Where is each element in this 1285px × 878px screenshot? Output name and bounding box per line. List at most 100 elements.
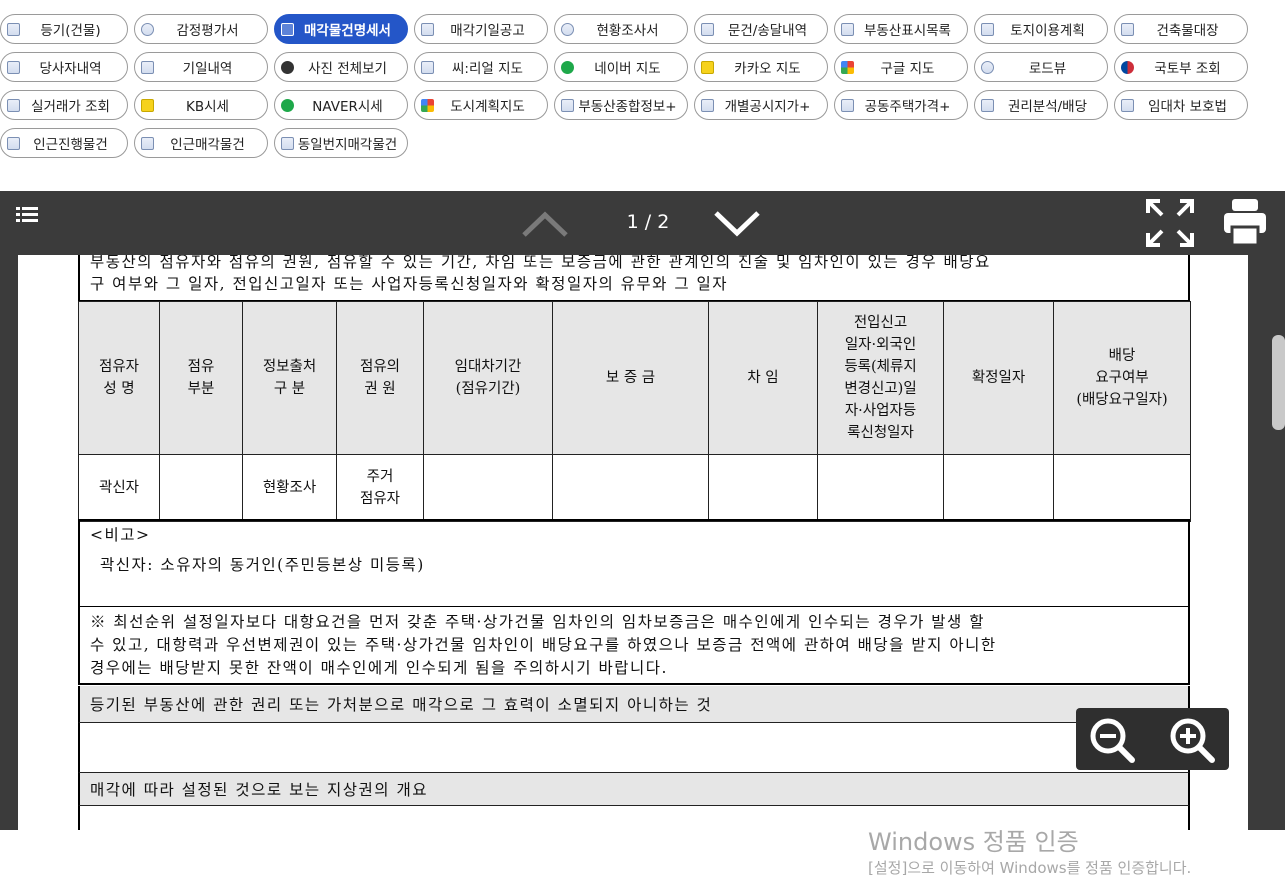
nav-button-21[interactable]: NAVER시세 (274, 90, 408, 120)
nav-button-8[interactable]: 토지이용계획 (974, 14, 1108, 44)
nav-button-10[interactable]: 당사자내역 (0, 52, 128, 82)
header-line: 요구여부 (1095, 370, 1149, 386)
map-icon (421, 60, 434, 74)
nav-button-label: 구글 지도 (880, 61, 935, 77)
nav-button-18[interactable]: 국토부 조회 (1114, 52, 1248, 82)
nav-button-19[interactable]: 실거래가 조회 (0, 90, 128, 120)
warning-line2: 수 있고, 대항력과 우선변제권이 있는 주택·상가건물 임차인이 배당요구를 … (90, 636, 997, 654)
header-line: 점유 (187, 359, 215, 375)
nav-button-23[interactable]: 부동산종합정보+ (554, 90, 688, 120)
nav-button-label: 개별공시지가+ (724, 99, 811, 115)
table-header-cell: 전입신고 일자·외국인 등록(체류지 변경신고)일 자·사업자등 록신청일자 (817, 301, 944, 455)
viewer-scrollbar[interactable] (1272, 335, 1285, 430)
prev-page-icon[interactable] (520, 209, 570, 239)
nav-button-22[interactable]: 도시계획지도 (414, 90, 548, 120)
windows-activation-title: Windows 정품 인증 (868, 828, 1079, 856)
nav-button-label: 인근매각물건 (170, 137, 245, 153)
nav-button-20[interactable]: KB시세 (134, 90, 268, 120)
city-plan-icon (421, 98, 434, 112)
table-header-cell: 보 증 금 (552, 301, 709, 455)
next-page-icon[interactable] (712, 209, 762, 239)
nav-button-label: 국토부 조회 (1154, 61, 1221, 77)
intro-frame: 부동산의 점유자와 점유의 권원, 점유할 수 있는 기간, 차임 또는 보증금… (78, 255, 1190, 301)
nav-button-14[interactable]: 네이버 지도 (554, 52, 688, 82)
nav-button-label: 건축물대장 (1156, 23, 1219, 39)
header-line: 부분 (187, 381, 215, 397)
doc-icon (841, 22, 854, 36)
camera-icon (281, 60, 294, 74)
naver-icon (561, 60, 574, 74)
viewer-toolbar: 1 / 2 (0, 191, 1285, 255)
doc-icon (701, 98, 714, 112)
nav-button-25[interactable]: 공동주택가격+ (834, 90, 968, 120)
nav-button-label: 부동산종합정보+ (578, 99, 677, 115)
remarks-frame: <비고> 곽신자: 소유자의 동거인(주민등본상 미등록) (78, 519, 1190, 607)
section-rights-body (78, 723, 1190, 773)
nav-button-5[interactable]: 현황조사서 (554, 14, 688, 44)
remarks-label: <비고> (90, 526, 151, 544)
table-header-cell: 점유자 성 명 (78, 301, 160, 455)
table-header-cell: 점유부분 (159, 301, 243, 455)
zoom-in-icon[interactable] (1168, 716, 1216, 764)
nav-button-13[interactable]: 씨:리얼 지도 (414, 52, 548, 82)
fullscreen-icon[interactable] (1146, 199, 1194, 247)
table-header-cell: 정보출처 구 분 (242, 301, 337, 455)
nav-button-24[interactable]: 개별공시지가+ (694, 90, 828, 120)
doc-icon (7, 98, 20, 112)
doc-icon (281, 22, 294, 36)
nav-button-label: 동일번지매각물건 (297, 137, 398, 153)
nav-button-9[interactable]: 건축물대장 (1114, 14, 1248, 44)
print-icon[interactable] (1222, 197, 1268, 247)
outline-list-icon[interactable] (16, 206, 38, 224)
header-line: 점유자 (98, 359, 140, 375)
doc-icon (981, 22, 994, 36)
nav-button-label: 등기(건물) (40, 23, 101, 39)
nav-button-7[interactable]: 부동산표시목록 (834, 14, 968, 44)
nav-button-30[interactable]: 동일번지매각물건 (274, 128, 408, 158)
nav-button-label: KB시세 (186, 99, 229, 115)
cell-line: 곽신자 (98, 480, 140, 496)
table-cell (817, 454, 944, 522)
nav-button-27[interactable]: 임대차 보호법 (1114, 90, 1248, 120)
nav-button-26[interactable]: 권리분석/배당 (974, 90, 1108, 120)
nav-button-1[interactable]: 등기(건물) (0, 14, 128, 44)
zoom-out-icon[interactable] (1088, 716, 1136, 764)
doc-icon (981, 98, 994, 112)
kb-pin-icon (141, 98, 154, 112)
table-cell (1053, 454, 1191, 522)
doc-icon (841, 98, 854, 112)
cell-line: 현황조사 (262, 480, 317, 496)
header-line: 점유의 (359, 359, 401, 375)
nav-button-29[interactable]: 인근매각물건 (134, 128, 268, 158)
nav-button-label: 인근진행물건 (33, 137, 108, 153)
header-line: 록신청일자 (847, 425, 914, 441)
nav-button-4[interactable]: 매각기일공고 (414, 14, 548, 44)
nav-button-label: 당사자내역 (39, 61, 102, 77)
person-icon (561, 22, 574, 36)
header-line: (점유기간) (455, 381, 521, 397)
nav-button-2[interactable]: 감정평가서 (134, 14, 268, 44)
nav-button-16[interactable]: 구글 지도 (834, 52, 968, 82)
korea-gov-icon (1121, 60, 1134, 74)
nav-button-28[interactable]: 인근진행물건 (0, 128, 128, 158)
header-line: 권 원 (364, 381, 396, 397)
nav-button-12[interactable]: 사진 전체보기 (274, 52, 408, 82)
kakao-pin-icon (701, 60, 714, 74)
home-icon (141, 60, 154, 74)
nav-button-label: 현황조사서 (596, 23, 659, 39)
nav-button-6[interactable]: 문건/송달내역 (694, 14, 828, 44)
doc-icon (7, 60, 20, 74)
nav-button-3[interactable]: 매각물건명세서 (274, 14, 408, 44)
section-superficies-header: 매각에 따라 설정된 것으로 보는 지상권의 개요 (78, 773, 1190, 806)
windows-activation-subtitle: [설정]으로 이동하여 Windows를 정품 인증합니다. (868, 859, 1192, 877)
nav-button-15[interactable]: 카카오 지도 (694, 52, 828, 82)
doc-icon (1121, 22, 1134, 36)
nav-button-17[interactable]: 로드뷰 (974, 52, 1108, 82)
nav-button-label: 임대차 보호법 (1148, 99, 1227, 115)
table-header-cell: 점유의권 원 (336, 301, 424, 455)
nav-button-11[interactable]: 기일내역 (134, 52, 268, 82)
nav-button-label: 토지이용계획 (1010, 23, 1085, 39)
document-page: 부동산의 점유자와 점유의 권원, 점유할 수 있는 기간, 차임 또는 보증금… (18, 255, 1248, 830)
zoom-control (1076, 708, 1229, 770)
table-header-cell: 배당 요구여부 (배당요구일자) (1053, 301, 1191, 455)
